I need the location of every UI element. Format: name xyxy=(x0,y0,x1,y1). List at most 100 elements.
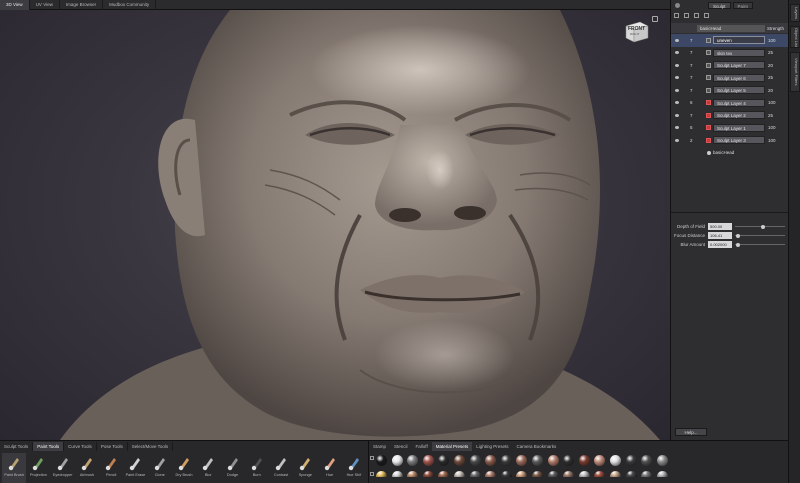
strip-tab-layers[interactable]: Layers xyxy=(790,4,800,22)
layer-name[interactable]: Sculpt Layer 3 xyxy=(713,136,765,145)
material-sphere[interactable] xyxy=(563,455,575,466)
material-tab-lighting-presets[interactable]: Lighting Presets xyxy=(472,442,512,451)
tool-dodge[interactable]: Dodge xyxy=(220,453,244,483)
material-sphere[interactable] xyxy=(469,471,481,477)
tool-clone[interactable]: Clone xyxy=(148,453,172,483)
material-sphere[interactable] xyxy=(391,471,403,477)
material-sphere[interactable] xyxy=(422,455,434,466)
layer-strength[interactable]: 100 xyxy=(768,100,776,105)
dof-slider[interactable] xyxy=(735,242,785,247)
visibility-eye-icon[interactable] xyxy=(675,76,679,80)
paint-mode-button[interactable]: Paint xyxy=(732,1,753,9)
tool-pencil[interactable]: Pencil xyxy=(99,453,123,483)
material-sphere[interactable] xyxy=(641,455,653,466)
material-sphere[interactable] xyxy=(594,471,606,477)
merge-layer-icon[interactable] xyxy=(704,13,709,18)
delete-layer-icon[interactable] xyxy=(684,13,689,18)
tool-hue[interactable]: Hue xyxy=(317,453,341,483)
visibility-eye-icon[interactable] xyxy=(675,88,679,92)
layer-mask-icon[interactable] xyxy=(706,100,711,106)
layer-icon[interactable] xyxy=(706,62,711,68)
material-sphere[interactable] xyxy=(516,471,528,477)
layer-strength[interactable]: 25 xyxy=(768,50,773,55)
layer-row[interactable]: 7 uneven 100 xyxy=(671,34,789,47)
tool-paint-erase[interactable]: Paint Erase xyxy=(123,453,147,483)
tab-mudbox-community[interactable]: Mudbox Community xyxy=(103,0,157,10)
material-sphere[interactable] xyxy=(438,455,450,466)
view-cube[interactable]: FRONT RIGHT xyxy=(622,18,650,44)
layer-strength[interactable]: 25 xyxy=(768,113,773,118)
material-tab-stencil[interactable]: Stencil xyxy=(390,442,412,451)
3d-viewport[interactable]: FRONT RIGHT xyxy=(0,10,670,440)
tool-tab-select-move-tools[interactable]: Select/Move Tools xyxy=(128,441,174,451)
dof-slider[interactable] xyxy=(735,224,785,229)
tab-image-browser[interactable]: Image Browser xyxy=(60,0,104,10)
tool-tab-curve-tools[interactable]: Curve Tools xyxy=(64,441,97,451)
material-sphere[interactable] xyxy=(485,455,497,466)
material-tab-falloff[interactable]: Falloff xyxy=(412,442,432,451)
layer-mask-icon[interactable] xyxy=(706,112,711,118)
material-sphere[interactable] xyxy=(391,455,403,466)
tool-eyedropper[interactable]: Eyedropper xyxy=(51,453,75,483)
layer-row[interactable]: 7 Sculpt Layer 5 20 xyxy=(671,84,789,97)
visibility-eye-icon[interactable] xyxy=(675,51,679,55)
tool-contrast[interactable]: Contrast xyxy=(269,453,293,483)
tool-projection[interactable]: Projection xyxy=(26,453,50,483)
tray-options-icon[interactable] xyxy=(370,456,374,460)
material-sphere[interactable] xyxy=(376,471,387,477)
material-sphere[interactable] xyxy=(438,471,450,477)
layer-row[interactable]: 7 Sculpt Layer 7 20 xyxy=(671,59,789,72)
material-sphere[interactable] xyxy=(500,471,512,477)
material-sphere[interactable] xyxy=(594,455,606,466)
tab-3d-view[interactable]: 3D View xyxy=(0,0,30,10)
tool-paint-brush[interactable]: Paint Brush xyxy=(2,453,27,483)
tool-sponge[interactable]: Sponge xyxy=(293,453,317,483)
layer-icon[interactable] xyxy=(706,87,711,93)
visibility-eye-icon[interactable] xyxy=(675,101,679,105)
layer-name[interactable]: Sculpt Layer 7 xyxy=(713,61,765,70)
material-sphere[interactable] xyxy=(547,455,559,466)
material-sphere[interactable] xyxy=(485,471,497,477)
layer-row[interactable]: 2 Sculpt Layer 3 100 xyxy=(671,134,789,147)
material-sphere[interactable] xyxy=(625,471,637,477)
layer-name[interactable]: Sculpt Layer 2 xyxy=(713,111,765,120)
slider-knob[interactable] xyxy=(735,242,740,247)
material-sphere[interactable] xyxy=(656,471,668,477)
material-sphere[interactable] xyxy=(578,471,590,477)
material-sphere[interactable] xyxy=(578,455,590,466)
panel-options-icon[interactable] xyxy=(675,2,680,8)
layer-mask-icon[interactable] xyxy=(706,137,711,143)
layer-icon[interactable] xyxy=(706,37,711,43)
visibility-eye-icon[interactable] xyxy=(675,63,679,67)
layer-strength[interactable]: 100 xyxy=(768,125,776,130)
layer-row[interactable]: 6 Sculpt Layer 4 100 xyxy=(671,97,789,110)
layer-name[interactable]: skin tex xyxy=(713,48,765,57)
tool-hue-shift[interactable]: Hue Shif xyxy=(342,453,366,483)
material-sphere[interactable] xyxy=(609,455,621,466)
tool-burn[interactable]: Burn xyxy=(245,453,269,483)
layer-row[interactable]: 7 Sculpt Layer 2 25 xyxy=(671,109,789,122)
help-button[interactable]: Help... xyxy=(675,428,707,436)
material-sphere[interactable] xyxy=(563,471,575,477)
layer-strength[interactable]: 100 xyxy=(768,38,776,43)
visibility-eye-icon[interactable] xyxy=(675,38,679,42)
material-sphere[interactable] xyxy=(609,471,621,477)
layer-mask-icon[interactable] xyxy=(706,125,711,131)
material-sphere[interactable] xyxy=(531,471,543,477)
material-sphere[interactable] xyxy=(641,471,653,477)
material-sphere[interactable] xyxy=(376,455,387,466)
tool-tab-sculpt-tools[interactable]: Sculpt Tools xyxy=(0,441,34,451)
layer-strength[interactable]: 20 xyxy=(768,88,773,93)
layer-icon[interactable] xyxy=(706,75,711,81)
material-sphere[interactable] xyxy=(407,455,419,466)
dof-value-field[interactable]: 0.002000 xyxy=(708,241,732,248)
slider-knob[interactable] xyxy=(735,233,740,238)
layer-name[interactable]: Sculpt Layer 5 xyxy=(713,86,765,95)
material-sphere[interactable] xyxy=(500,455,512,466)
material-sphere[interactable] xyxy=(422,471,434,477)
tool-airbrush[interactable]: Airbrush xyxy=(75,453,99,483)
visibility-eye-icon[interactable] xyxy=(675,138,679,142)
material-sphere[interactable] xyxy=(407,471,419,477)
layer-row[interactable]: 5 Sculpt Layer 1 100 xyxy=(671,122,789,135)
tool-dry-brush[interactable]: Dry Brush xyxy=(172,453,196,483)
